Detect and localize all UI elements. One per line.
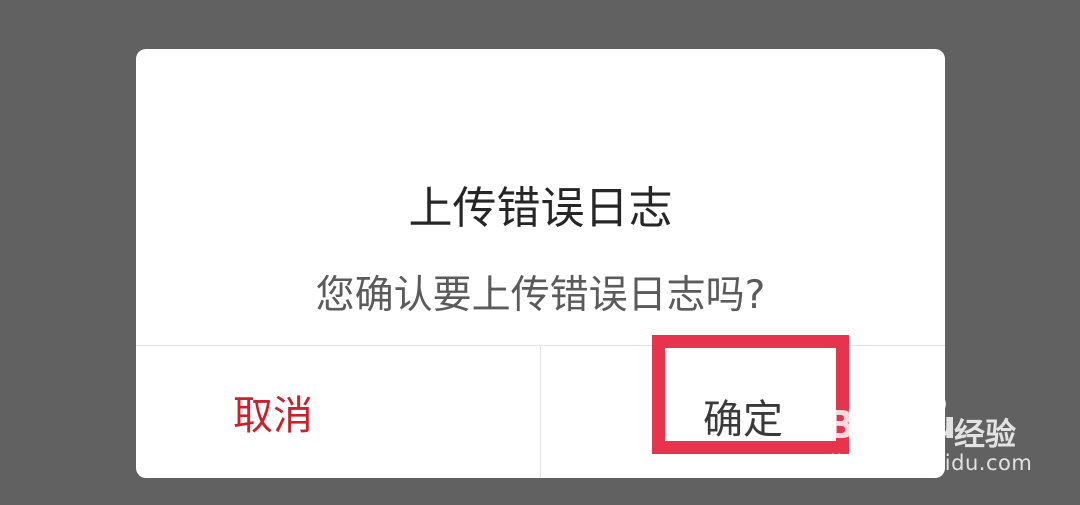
dialog-message: 您确认要上传错误日志吗?	[315, 273, 766, 318]
confirm-button-label: 确定	[703, 397, 783, 443]
dialog-title: 上传错误日志	[408, 183, 673, 234]
cancel-button-label: 取消	[233, 393, 313, 439]
cancel-button[interactable]: 取消	[136, 346, 540, 478]
confirm-button[interactable]: 确定	[541, 346, 945, 478]
watermark-brand-text: 经验	[954, 417, 1016, 453]
